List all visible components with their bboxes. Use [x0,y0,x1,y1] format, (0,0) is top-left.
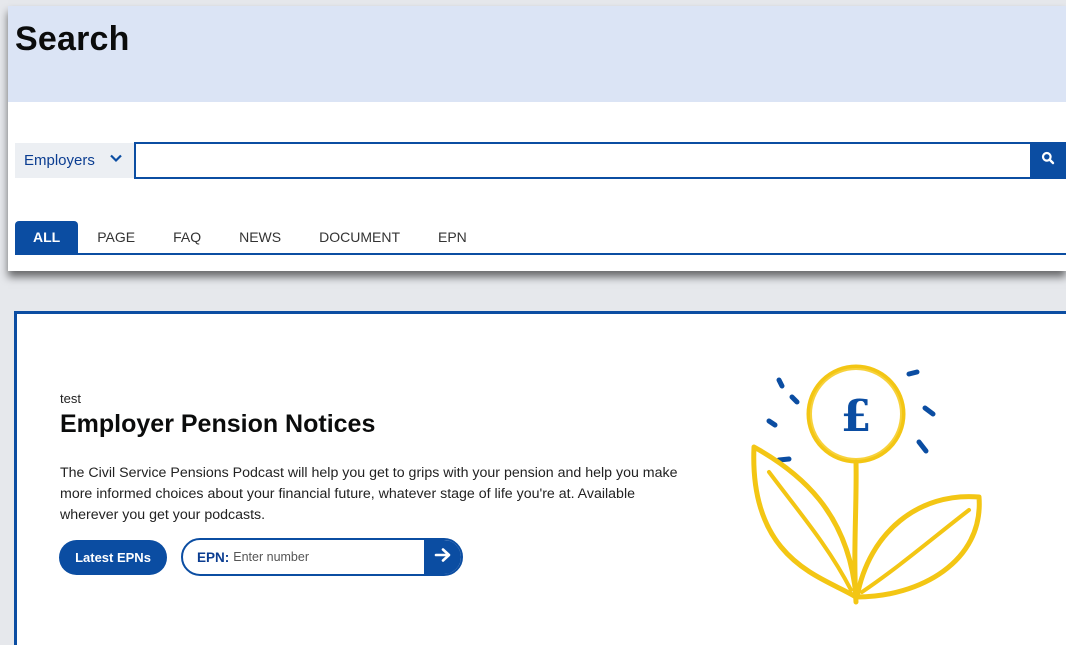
epn-number-input[interactable] [233,550,414,564]
search-input[interactable] [134,142,1032,179]
card-eyebrow: test [60,391,81,406]
epn-card: test Employer Pension Notices The Civil … [14,311,1066,645]
tab-page[interactable]: PAGE [78,221,154,253]
search-panel: Search Employers ALL PAGE FAQ NEWS DOCUM… [8,6,1066,271]
scope-dropdown-value: Employers [24,152,95,169]
scope-dropdown[interactable]: Employers [15,143,135,178]
tab-document[interactable]: DOCUMENT [300,221,419,253]
tab-epn[interactable]: EPN [419,221,486,253]
tab-faq[interactable]: FAQ [154,221,220,253]
tab-all[interactable]: ALL [15,221,79,253]
card-description: The Civil Service Pensions Podcast will … [60,465,678,523]
epn-number-field[interactable]: EPN: [181,538,463,576]
search-header: Search [8,6,1066,102]
result-type-tabs: ALL PAGE FAQ NEWS DOCUMENT EPN [15,221,1066,255]
search-icon [1041,151,1055,170]
tab-news[interactable]: NEWS [220,221,300,253]
arrow-right-icon [434,547,452,568]
latest-epns-button[interactable]: Latest EPNs [59,540,167,575]
search-button[interactable] [1030,142,1066,179]
coin-plant-illustration: £ [729,362,989,612]
card-title: Employer Pension Notices [60,410,376,438]
epn-submit-button[interactable] [424,540,461,574]
chevron-down-icon [109,151,123,165]
pound-sign-icon: £ [841,391,872,442]
page-title: Search [15,20,130,58]
epn-field-label: EPN: [197,549,230,565]
